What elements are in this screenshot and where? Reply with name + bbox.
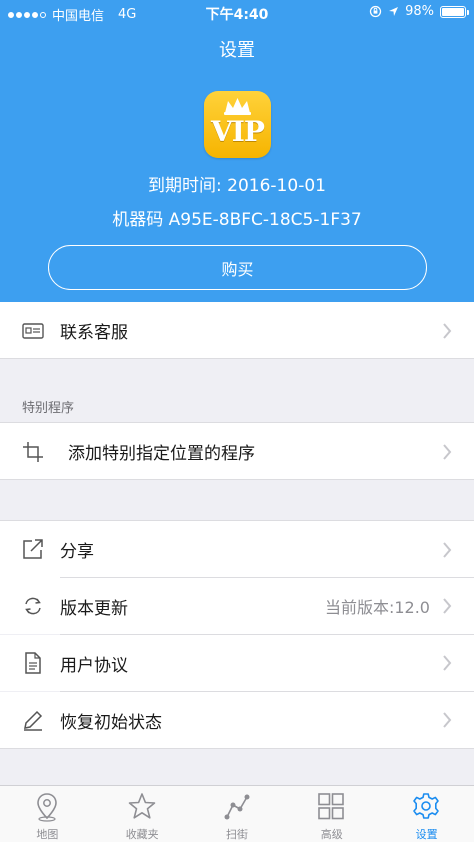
id-card-icon (22, 323, 44, 339)
tab-street-scan-label: 扫街 (225, 828, 248, 841)
tab-settings-label: 设置 (415, 828, 438, 841)
current-version-value: 当前版本:12.0 (324, 598, 430, 617)
chevron-right-icon (443, 712, 452, 728)
vip-logo-text: VIP (211, 115, 265, 148)
map-pin-icon (37, 793, 57, 822)
location-arrow-icon (389, 7, 399, 16)
chevron-right-icon (443, 655, 452, 671)
chevron-right-icon (443, 598, 452, 614)
add-special-program-label: 添加特别指定位置的程序 (68, 444, 255, 464)
status-right: 98% (369, 4, 469, 19)
tab-settings[interactable]: 设置 (379, 786, 474, 842)
tab-bar: 地图 收藏夹 扫街 高级 设置 (0, 785, 474, 842)
tab-map[interactable]: 地图 (0, 786, 95, 842)
battery-icon (440, 5, 469, 18)
machine-code: 机器码 A95E-8BFC-18C5-1F37 (112, 210, 362, 230)
chevron-right-icon (443, 541, 452, 558)
divider (0, 479, 474, 480)
status-bar: 中国电信 4G 下午4:40 98% (0, 0, 474, 26)
reset-label: 恢复初始状态 (60, 712, 162, 733)
contact-support-row[interactable]: 联系客服 (0, 302, 474, 359)
refresh-icon (25, 597, 41, 615)
orientation-lock-icon (369, 5, 382, 18)
document-icon (25, 652, 41, 674)
share-label: 分享 (60, 542, 94, 562)
tab-street-scan[interactable]: 扫街 (190, 786, 285, 842)
tab-advanced-label: 高级 (320, 828, 343, 841)
crop-icon (23, 442, 43, 462)
tab-favorites[interactable]: 收藏夹 (95, 786, 190, 842)
vip-logo: VIP (204, 91, 271, 158)
pencil-icon (24, 710, 43, 731)
version-update-label: 版本更新 (60, 598, 128, 619)
special-section-header: 特别程序 (22, 401, 75, 416)
grid-icon (318, 793, 345, 820)
user-agreement-label: 用户协议 (60, 655, 128, 676)
version-update-row[interactable]: 版本更新 当前版本:12.0 (0, 578, 474, 634)
star-icon (128, 793, 156, 819)
page-title: 设置 (219, 40, 255, 61)
tab-favorites-label: 收藏夹 (125, 828, 159, 841)
divider (0, 748, 474, 749)
chevron-right-icon (443, 322, 452, 339)
chevron-right-icon (443, 443, 452, 460)
expiry-date: 到期时间: 2016-10-01 (148, 176, 326, 196)
buy-button[interactable]: 购买 (48, 245, 427, 290)
gear-icon (413, 793, 439, 819)
reset-row[interactable]: 恢复初始状态 (0, 692, 474, 748)
tab-map-label: 地图 (36, 828, 59, 841)
tab-advanced[interactable]: 高级 (284, 786, 379, 842)
share-row[interactable]: 分享 (0, 521, 474, 578)
share-icon (23, 539, 43, 559)
route-icon (224, 794, 250, 820)
battery-percent: 98% (405, 4, 434, 19)
header-panel: 中国电信 4G 下午4:40 98% 设置 VIP 到期时间: 2016-10-… (0, 0, 474, 302)
user-agreement-row[interactable]: 用户协议 (0, 635, 474, 691)
add-special-program-row[interactable]: 添加特别指定位置的程序 (0, 423, 474, 480)
divider (0, 358, 474, 359)
contact-support-label: 联系客服 (60, 323, 128, 343)
